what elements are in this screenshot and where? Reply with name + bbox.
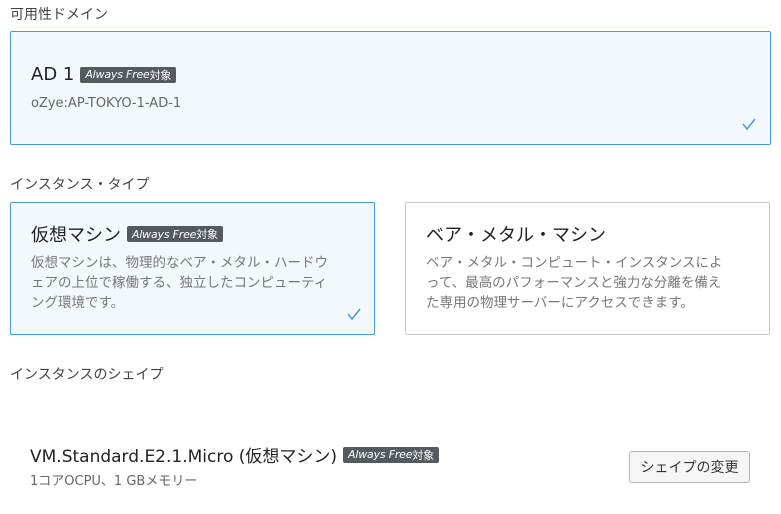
- change-shape-button[interactable]: シェイプの変更: [629, 451, 750, 483]
- availability-domain-card-ad1[interactable]: AD 1 Always Free 対象 oZye:AP-TOKYO-1-AD-1: [10, 31, 771, 145]
- instance-type-option-vm[interactable]: 仮想マシン Always Free 対象 仮想マシンは、物理的なベア・メタル・ハー…: [10, 202, 375, 335]
- availability-domain-label: 可用性ドメイン: [10, 7, 108, 23]
- bare-metal-title: ベア・メタル・マシン: [426, 225, 606, 246]
- badge-suffix-text: 対象: [412, 448, 434, 462]
- vm-description-line: ェアの上位で稼働する、独立したコンピューティ: [31, 275, 328, 291]
- badge-suffix-text: 対象: [196, 228, 218, 241]
- shape-specs: 1コアOCPU、1 GBメモリー: [30, 474, 198, 489]
- instance-type-label: インスタンス・タイプ: [10, 177, 150, 193]
- vm-title: 仮想マシン: [31, 225, 121, 246]
- instance-shape-card: VM.Standard.E2.1.Micro (仮想マシン) Always Fr…: [10, 394, 770, 514]
- bare-metal-description: ベア・メタル・コンピュート・インスタンスによ って、最高のパフォーマンスと強力な…: [426, 253, 756, 313]
- vm-description-line: 仮想マシンは、物理的なベア・メタル・ハードウ: [31, 255, 328, 271]
- badge-always-free-text: Always Free: [348, 448, 413, 461]
- badge-always-free-text: Always Free: [85, 68, 150, 81]
- instance-type-option-bare-metal[interactable]: ベア・メタル・マシン ベア・メタル・コンピュート・インスタンスによ って、最高の…: [405, 202, 770, 335]
- ad-subtitle: oZye:AP-TOKYO-1-AD-1: [31, 96, 182, 111]
- bare-metal-description-line: た専用の物理サーバーにアクセスできます。: [426, 295, 694, 311]
- instance-shape-label: インスタンスのシェイプ: [10, 367, 164, 383]
- shape-name: VM.Standard.E2.1.Micro (仮想マシン): [30, 447, 338, 467]
- always-free-badge: Always Free 対象: [343, 446, 439, 463]
- vm-description-line: ング環境です。: [31, 295, 125, 311]
- always-free-badge: Always Free 対象: [80, 66, 177, 83]
- badge-always-free-text: Always Free: [132, 227, 197, 241]
- vm-description: 仮想マシンは、物理的なベア・メタル・ハードウ ェアの上位で稼働する、独立したコン…: [31, 253, 361, 313]
- always-free-badge: Always Free 対象: [127, 226, 223, 242]
- checkmark-icon: [742, 118, 756, 131]
- ad-title: AD 1: [31, 64, 75, 85]
- checkmark-icon: [347, 308, 361, 321]
- badge-suffix-text: 対象: [149, 68, 172, 82]
- bare-metal-description-line: ベア・メタル・コンピュート・インスタンスによ: [426, 255, 723, 271]
- bare-metal-description-line: って、最高のパフォーマンスと強力な分離を備え: [426, 275, 722, 291]
